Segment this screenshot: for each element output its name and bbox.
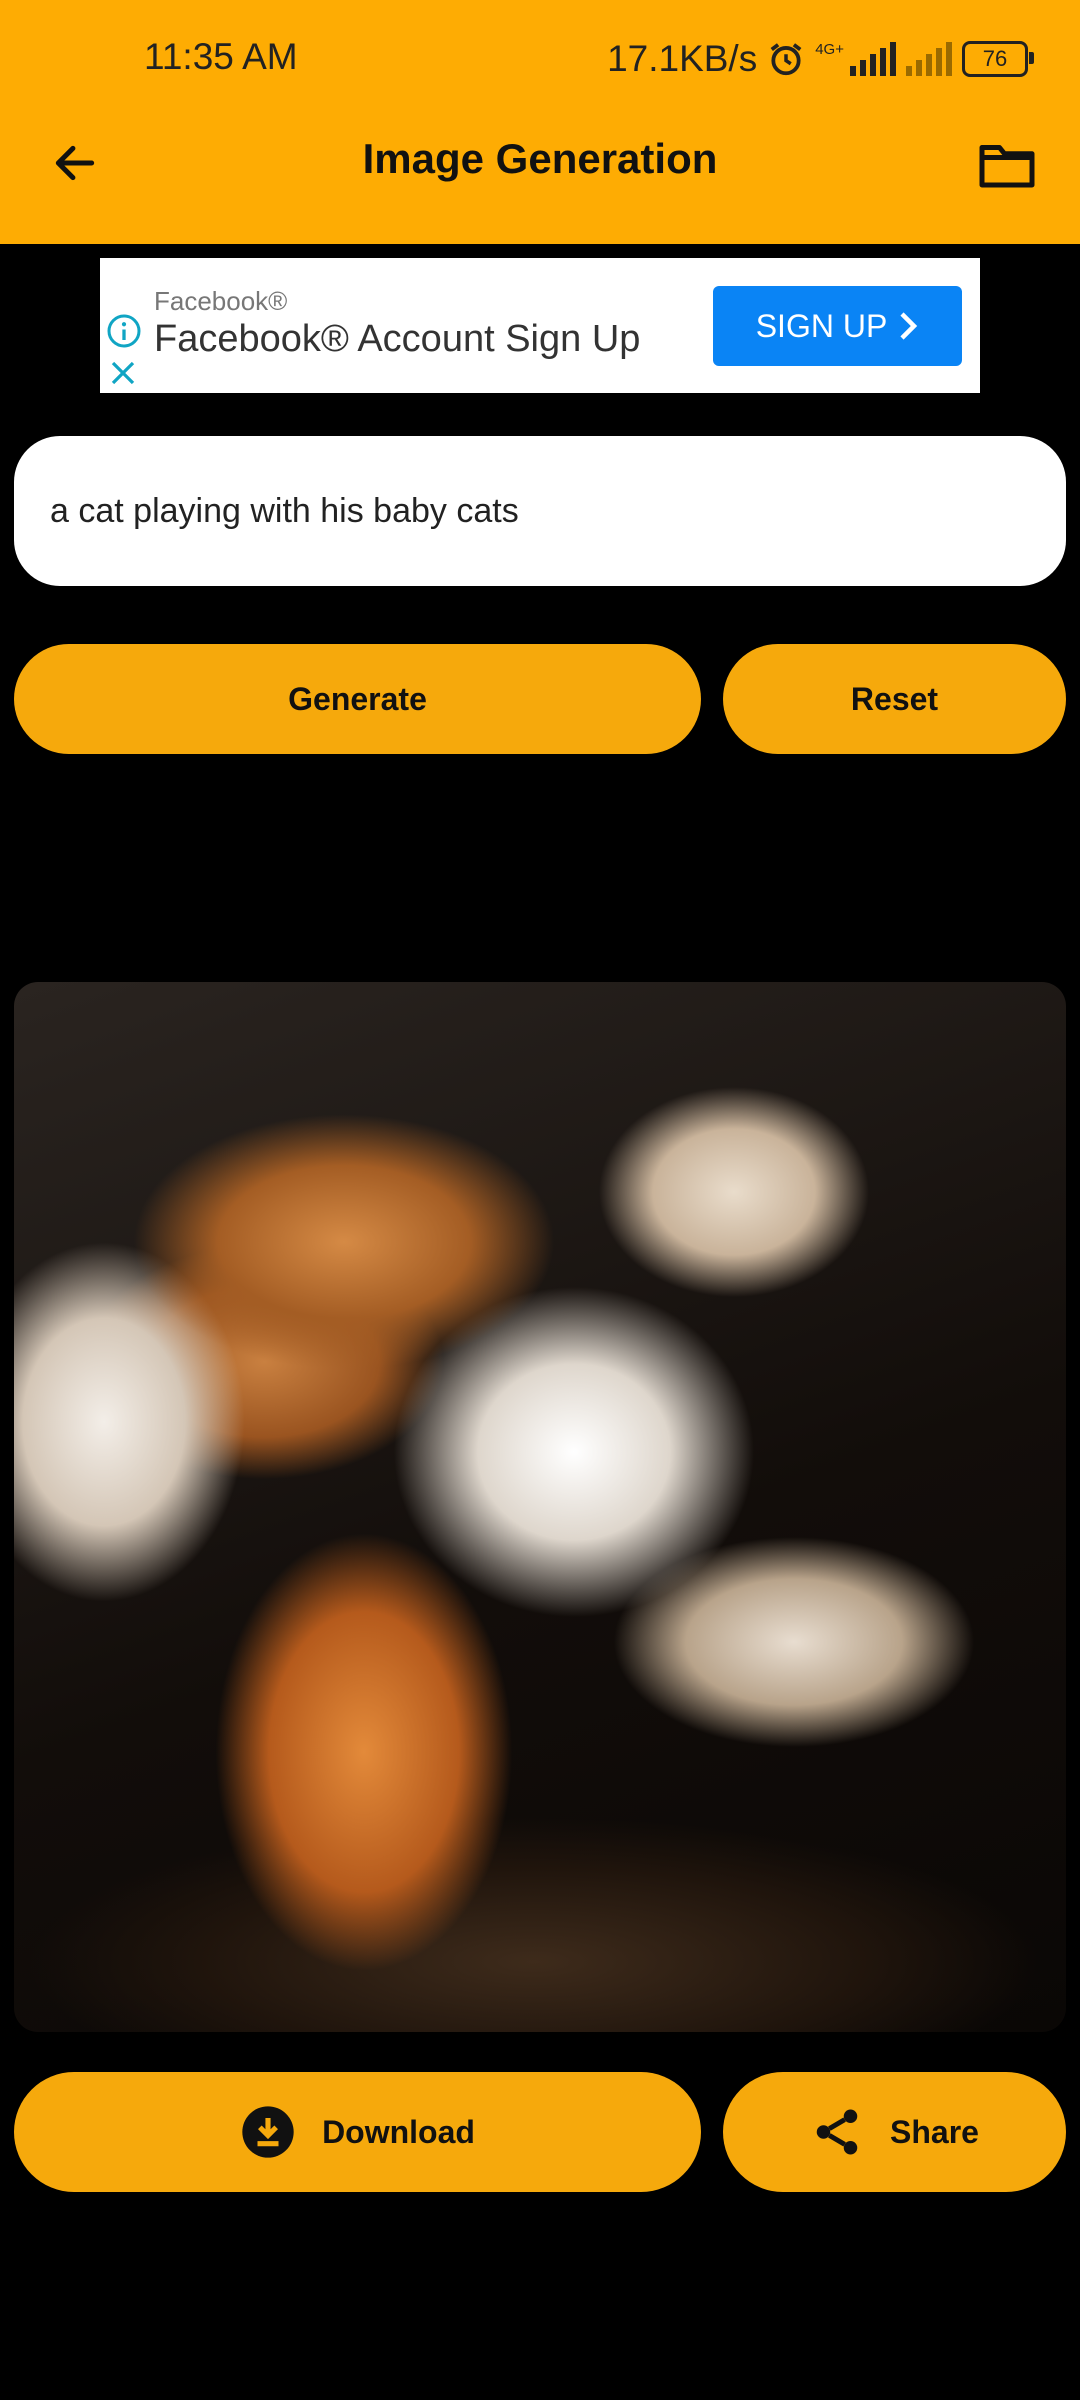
network-speed: 17.1KB/s [607, 38, 758, 79]
ad-banner[interactable]: Facebook® Facebook® Account Sign Up SIGN… [100, 258, 980, 393]
share-label: Share [890, 2113, 979, 2150]
ad-title[interactable]: Facebook® Account Sign Up [154, 318, 640, 361]
close-icon[interactable] [108, 358, 138, 388]
info-icon[interactable] [106, 313, 142, 349]
header: 11:35 AM 17.1KB/s 4G+ 76 Image Generatio… [0, 0, 1080, 244]
chevron-right-icon [900, 312, 918, 340]
generate-button[interactable]: Generate [14, 644, 701, 754]
ad-signup-button[interactable]: SIGN UP [713, 286, 962, 366]
ad-cta-label: SIGN UP [755, 307, 888, 344]
folder-button[interactable] [972, 130, 1042, 200]
signal-strength-icon [850, 42, 896, 76]
generate-label: Generate [288, 680, 427, 717]
battery-level: 76 [982, 46, 1008, 71]
ad-brand: Facebook® [154, 286, 288, 316]
page-title: Image Generation [362, 135, 718, 182]
generated-image [14, 982, 1066, 2032]
download-button[interactable]: Download [14, 2072, 701, 2192]
folder-icon [979, 145, 1035, 188]
signal-weak-icon [906, 42, 952, 76]
share-button[interactable]: Share [723, 2072, 1066, 2192]
reset-label: Reset [850, 680, 939, 717]
battery-icon: 76 [962, 41, 1034, 77]
network-type: 4G+ [815, 40, 844, 58]
download-icon [242, 2106, 294, 2158]
prompt-field[interactable] [48, 490, 1032, 532]
share-icon [816, 2109, 858, 2155]
reset-button[interactable]: Reset [723, 644, 1066, 754]
status-icons: 17.1KB/s 4G+ 76 [607, 34, 1034, 84]
status-time: 11:35 AM [144, 36, 298, 77]
alarm-icon [770, 43, 802, 76]
prompt-input[interactable] [14, 436, 1066, 586]
download-label: Download [322, 2113, 475, 2150]
